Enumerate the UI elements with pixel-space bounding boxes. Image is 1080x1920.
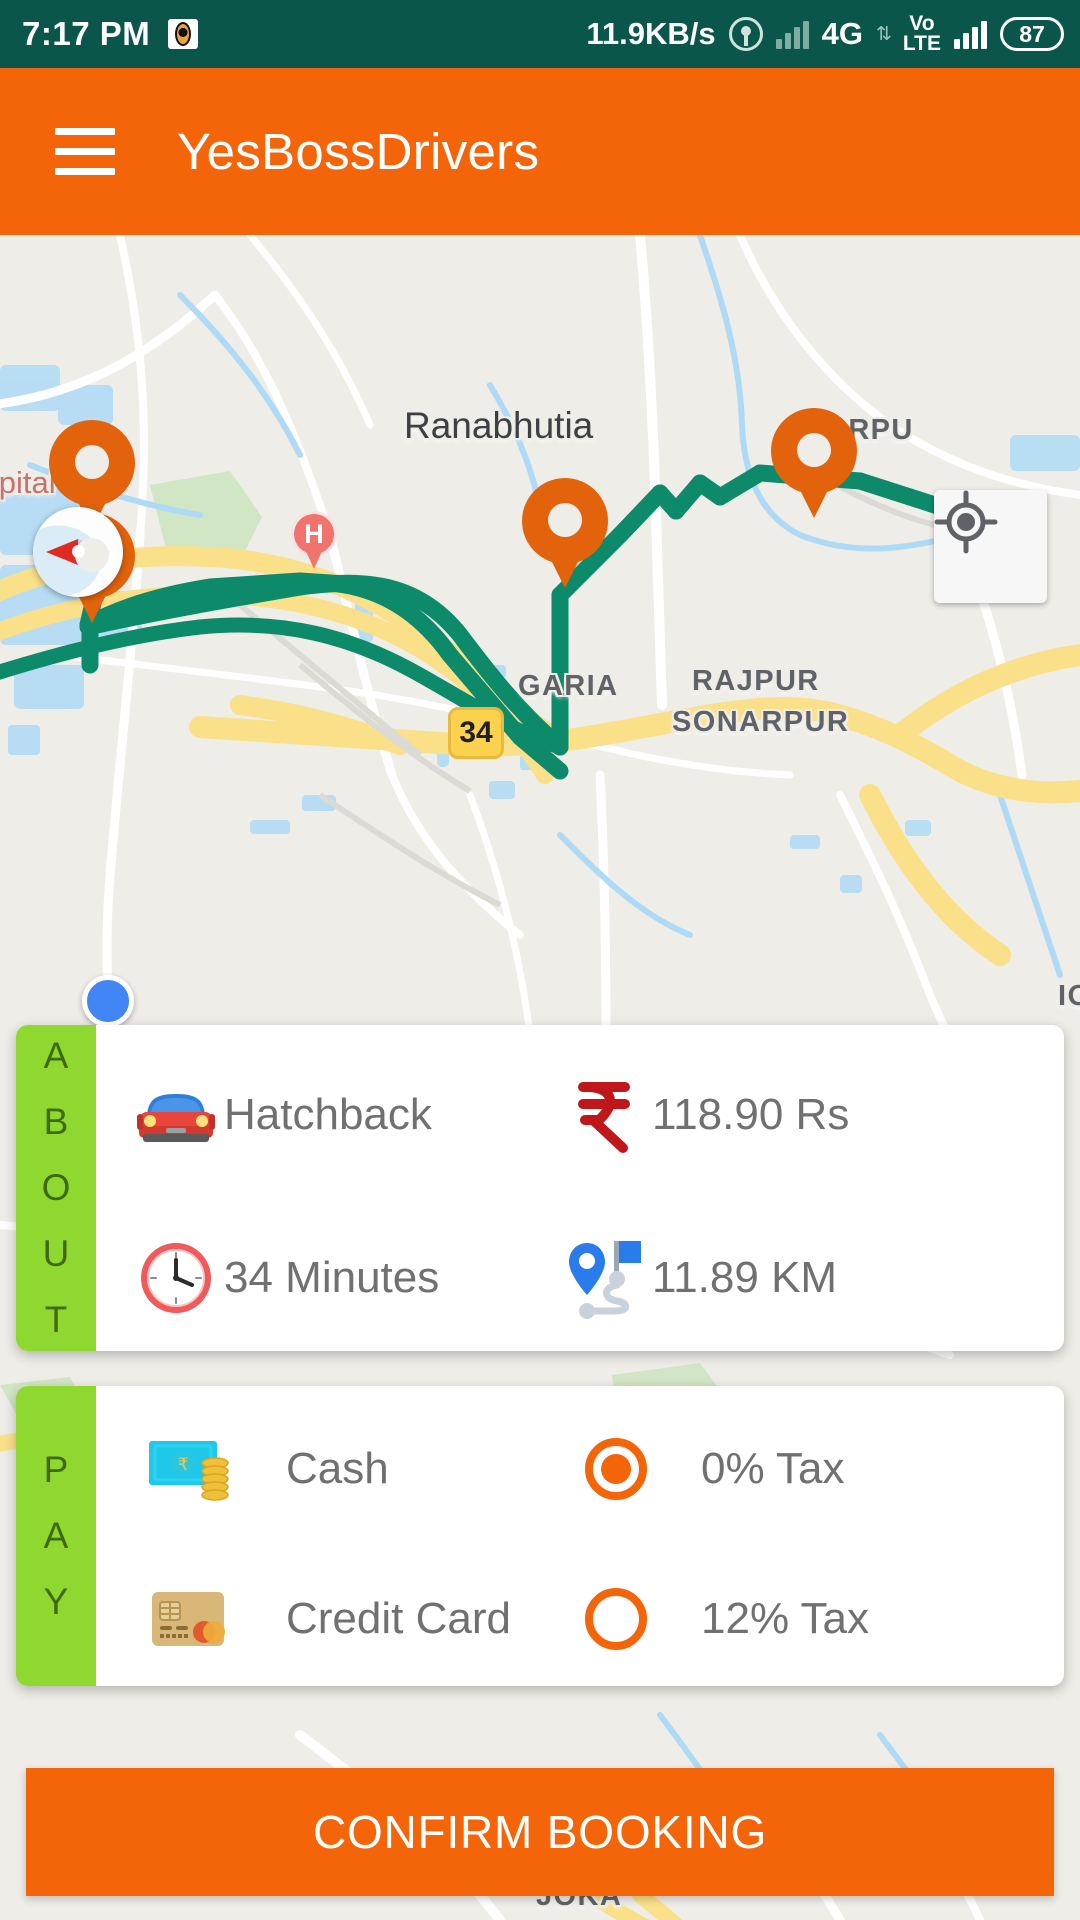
radio-credit-card[interactable] (585, 1588, 647, 1650)
svg-text:₹: ₹ (178, 1455, 189, 1475)
payment-label-cash: Cash (286, 1444, 389, 1493)
route-pin-icon (556, 1237, 652, 1319)
about-tab-letter-o: O (41, 1167, 71, 1208)
about-cell-vehicle: Hatchback (96, 1084, 556, 1146)
battery-indicator: 87 (1000, 17, 1064, 51)
badminton-app-icon (168, 19, 199, 49)
credit-card-radio-cell[interactable] (531, 1588, 701, 1650)
compass-icon[interactable] (33, 507, 123, 597)
credit-card-icon (96, 1588, 286, 1650)
cash-radio-cell[interactable] (531, 1438, 701, 1500)
about-tab-letter-u: U (42, 1233, 70, 1274)
map-pin-waypoint-2[interactable] (522, 478, 608, 590)
about-cell-duration: 34 Minutes (96, 1239, 556, 1317)
about-card-tab: A B O U T (16, 1025, 96, 1351)
cash-label-cell: Cash (286, 1444, 531, 1494)
network-speed: 11.9KB/s (586, 16, 716, 51)
about-cell-distance: 11.89 KM (556, 1237, 1056, 1319)
cash-tax-cell: 0% Tax (701, 1444, 1064, 1494)
tax-value-cash: 0% Tax (701, 1444, 845, 1493)
volte-line-2: LTE (902, 32, 941, 55)
hospital-poi-marker[interactable]: H (291, 511, 337, 571)
cash-money-icon: ₹ (96, 1433, 286, 1505)
volte-icon: Vo LTE (902, 12, 941, 55)
highway-shield-34: 34 (448, 707, 504, 759)
about-row-vehicle-fare: Hatchback 118.90 Rs (96, 1033, 1064, 1196)
pay-tab-letter-p: P (43, 1449, 69, 1490)
user-location-dot (82, 975, 134, 1027)
duration-value: 34 Minutes (224, 1252, 440, 1302)
confirm-booking-label: CONFIRM BOOKING (312, 1806, 768, 1858)
hospital-marker-letter: H (304, 518, 324, 549)
pay-tab-letter-a: A (43, 1515, 69, 1556)
app-screen: 7:17 PM 11.9KB/s 4G ⇅ Vo LTE 87 YesBossD… (0, 0, 1080, 1920)
pay-card: P A Y ₹ Cash 0% Tax Credit Card 12% Tax (16, 1386, 1064, 1686)
signal-bars-icon-1 (775, 19, 809, 49)
credit-card-tax-cell: 12% Tax (701, 1594, 1064, 1644)
about-card-body: Hatchback 118.90 Rs 34 Minutes 11.89 KM (96, 1025, 1064, 1351)
nfc-icon (728, 17, 763, 51)
car-icon (128, 1084, 224, 1146)
volte-line-1: Vo (909, 12, 935, 36)
payment-option-cash[interactable]: ₹ Cash 0% Tax (96, 1394, 1064, 1544)
status-bar-right: 11.9KB/s 4G ⇅ Vo LTE 87 (586, 12, 1064, 55)
hamburger-menu-icon[interactable] (55, 128, 115, 175)
distance-value: 11.89 KM (652, 1252, 838, 1302)
page-title: YesBossDrivers (177, 123, 540, 180)
crosshair-glyph (934, 490, 998, 554)
payment-label-credit-card: Credit Card (286, 1594, 511, 1643)
app-bar: YesBossDrivers (0, 68, 1080, 235)
status-bar: 7:17 PM 11.9KB/s 4G ⇅ Vo LTE 87 (0, 0, 1080, 68)
status-bar-left: 7:17 PM (22, 15, 199, 53)
pay-tab-letter-y: Y (43, 1581, 69, 1622)
highway-shield-number: 34 (459, 716, 493, 749)
fare-value: 118.90 Rs (652, 1089, 850, 1139)
status-time: 7:17 PM (22, 15, 151, 52)
radio-cash[interactable] (585, 1438, 647, 1500)
about-card: A B O U T Hatchback 118.90 Rs 34 Minutes… (16, 1025, 1064, 1351)
network-type: 4G (821, 16, 863, 51)
about-tab-letter-b: B (43, 1101, 69, 1142)
data-arrows-icon: ⇅ (875, 23, 892, 45)
about-tab-letter-a: A (43, 1035, 69, 1076)
vehicle-type-value: Hatchback (224, 1089, 432, 1139)
payment-option-credit-card[interactable]: Credit Card 12% Tax (96, 1544, 1064, 1686)
about-cell-fare: 118.90 Rs (556, 1076, 1056, 1154)
about-row-duration-distance: 34 Minutes 11.89 KM (96, 1196, 1064, 1351)
pay-card-body: ₹ Cash 0% Tax Credit Card 12% Tax (96, 1386, 1064, 1686)
tax-value-credit-card: 12% Tax (701, 1594, 869, 1643)
signal-bars-icon-2 (954, 19, 987, 49)
about-tab-letter-t: T (44, 1299, 68, 1340)
battery-level: 87 (1019, 20, 1045, 47)
rupee-icon (556, 1076, 652, 1154)
map-pin-destination[interactable] (771, 408, 857, 520)
clock-icon (128, 1239, 224, 1317)
pay-card-tab: P A Y (16, 1386, 96, 1686)
credit-card-label-cell: Credit Card (286, 1594, 531, 1644)
confirm-booking-button[interactable]: CONFIRM BOOKING (26, 1768, 1054, 1896)
crosshair-locate-icon[interactable] (934, 490, 1047, 603)
